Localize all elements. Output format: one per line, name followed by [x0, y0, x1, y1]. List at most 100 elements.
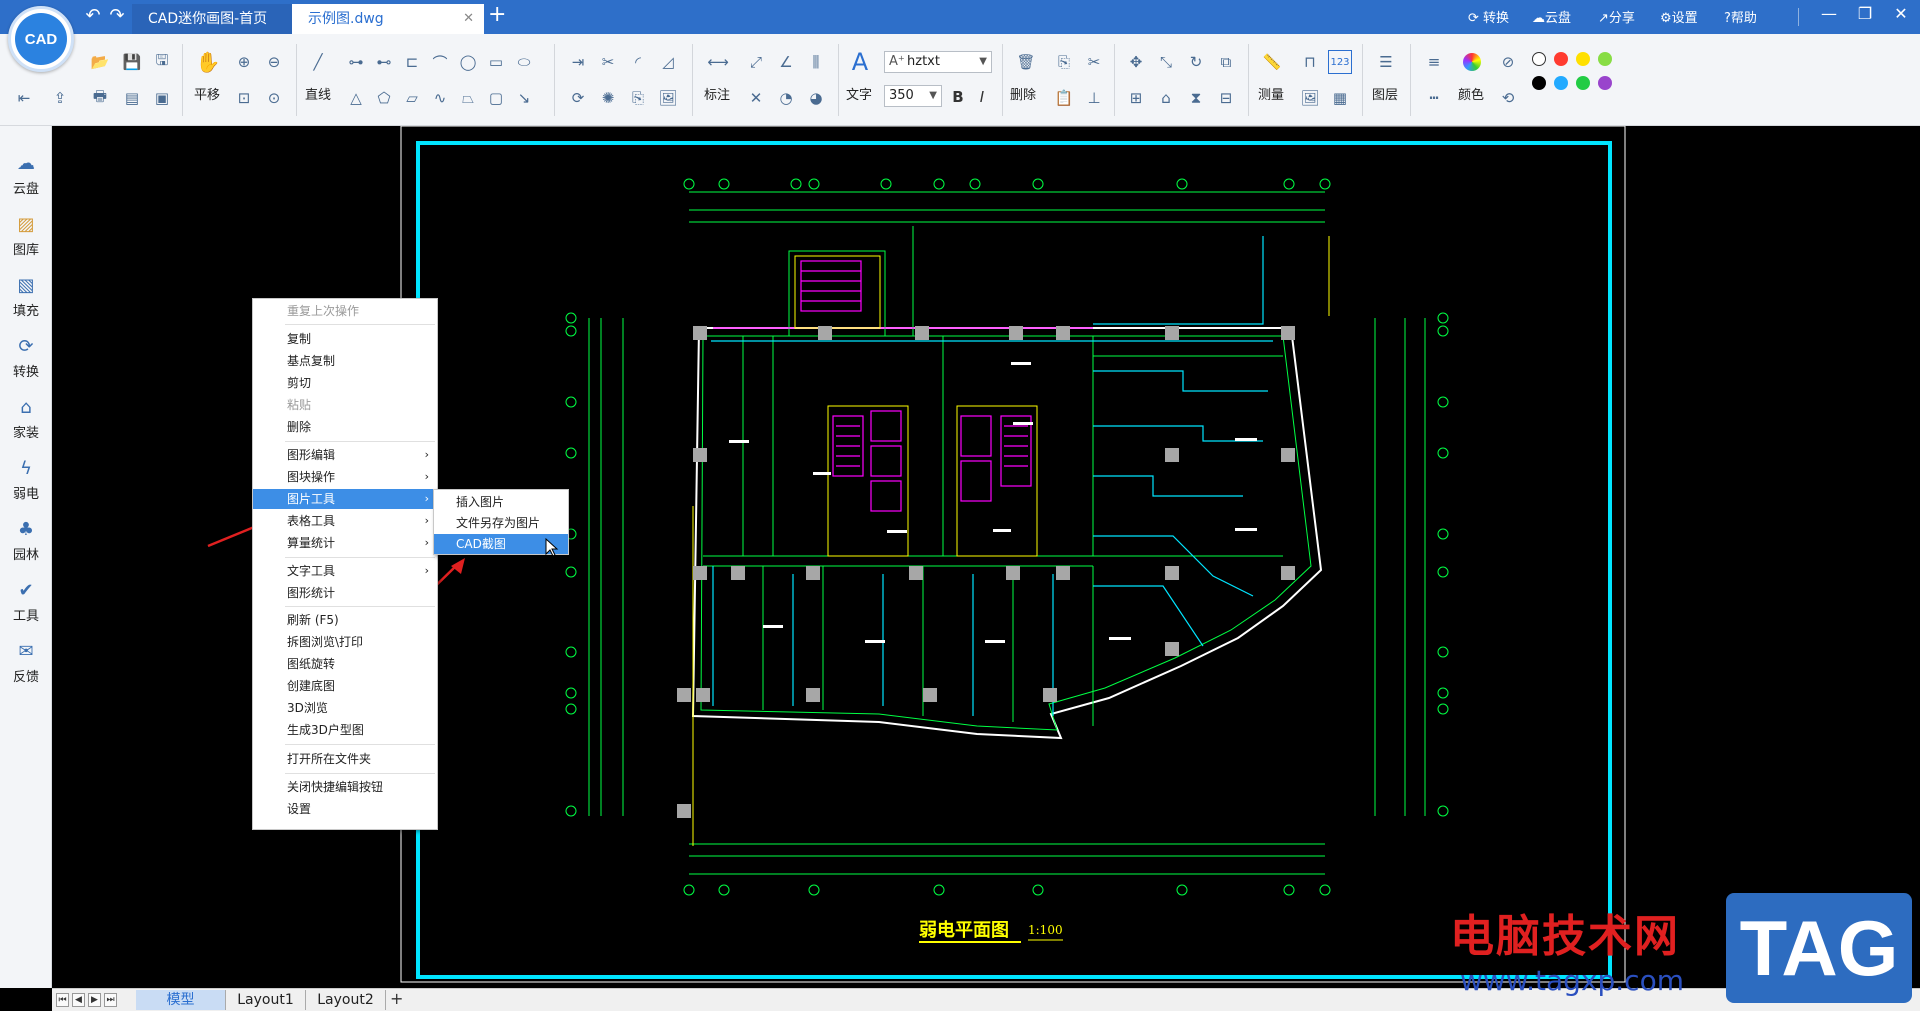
- export-icon[interactable]: ⇪: [48, 86, 72, 110]
- save-as-icon[interactable]: 🖫: [150, 50, 174, 74]
- menu-item-3d-view[interactable]: 3D浏览: [253, 698, 437, 718]
- dimension-icon[interactable]: ⟷: [706, 50, 730, 74]
- cut-icon[interactable]: ✂: [1082, 50, 1106, 74]
- menu-item-open-folder[interactable]: 打开所在文件夹: [253, 749, 437, 769]
- offset-icon[interactable]: ⎘: [626, 86, 650, 110]
- color-swatch-red[interactable]: [1554, 52, 1568, 66]
- parallelogram-icon[interactable]: ▱: [400, 86, 424, 110]
- share-button[interactable]: ↗分享: [1598, 7, 1635, 26]
- sidebar-item-lowvoltage[interactable]: ϟ 弱电: [0, 451, 52, 511]
- color-swatch-darkgreen[interactable]: [1576, 76, 1590, 90]
- refresh-icon[interactable]: ⟲: [1496, 86, 1520, 110]
- line-type-icon[interactable]: ┅: [1422, 86, 1446, 110]
- sidebar-item-gallery[interactable]: ▨ 图库: [0, 207, 52, 267]
- menu-item-block[interactable]: 图块操作 ›: [253, 467, 437, 487]
- menu-item-copy[interactable]: 复制: [253, 329, 437, 349]
- next-tab-icon[interactable]: ▶: [88, 993, 101, 1007]
- sidebar-item-tools[interactable]: ✔ 工具: [0, 573, 52, 633]
- array-icon[interactable]: ⌂: [1154, 86, 1178, 110]
- rotate-icon[interactable]: ⟳: [566, 86, 590, 110]
- menu-item-split-print[interactable]: 拆图浏览\打印: [253, 632, 437, 652]
- line-tool-icon[interactable]: ╱: [306, 50, 330, 74]
- submenu-item-insert-picture[interactable]: 插入图片: [434, 492, 568, 512]
- measure-icon[interactable]: 📏: [1260, 50, 1284, 74]
- menu-item-table-tools[interactable]: 表格工具 ›: [253, 511, 437, 531]
- save-icon[interactable]: 💾: [120, 50, 144, 74]
- ordinate-dim-icon[interactable]: ✕: [744, 86, 768, 110]
- color-wheel-icon[interactable]: [1460, 50, 1484, 74]
- menu-item-quantity[interactable]: 算量统计 ›: [253, 533, 437, 553]
- count-icon[interactable]: 123: [1328, 50, 1352, 74]
- menu-item-picture-tools[interactable]: 图片工具 ›: [253, 489, 437, 509]
- menu-item-shape-stats[interactable]: 图形统计: [253, 583, 437, 603]
- leader-icon[interactable]: ◕: [804, 86, 828, 110]
- multiline-icon[interactable]: ⊷: [372, 50, 396, 74]
- zoom-out-icon[interactable]: ⊖: [262, 50, 286, 74]
- menu-item-base-copy[interactable]: 基点复制: [253, 351, 437, 371]
- paste-icon[interactable]: 📋: [1052, 86, 1076, 110]
- table-icon[interactable]: ▦: [1328, 86, 1352, 110]
- rotate-obj-icon[interactable]: ↻: [1184, 50, 1208, 74]
- color-swatch-blue[interactable]: [1554, 76, 1568, 90]
- color-swatch-black[interactable]: [1532, 76, 1546, 90]
- last-tab-icon[interactable]: ⏭: [104, 993, 117, 1007]
- font-select[interactable]: A⁺ hztxt ▼: [884, 51, 992, 73]
- curve-icon[interactable]: ∿: [428, 86, 452, 110]
- tab-layout2[interactable]: Layout2: [306, 990, 386, 1010]
- zoom-in-icon[interactable]: ⊕: [232, 50, 256, 74]
- color-swatch-green[interactable]: [1598, 52, 1612, 66]
- open-file-icon[interactable]: 📂: [88, 50, 112, 74]
- dimension-line-icon[interactable]: ⊏: [400, 50, 424, 74]
- tab-layout1[interactable]: Layout1: [226, 990, 306, 1010]
- print-icon[interactable]: 🖶: [88, 86, 112, 110]
- prev-tab-icon[interactable]: ◀: [72, 993, 85, 1007]
- match-prop-icon[interactable]: ⊥: [1082, 86, 1106, 110]
- maximize-icon[interactable]: ❐: [1852, 4, 1878, 23]
- baseline-dim-icon[interactable]: ⫼: [804, 50, 828, 74]
- mirror-icon[interactable]: ⧗: [1184, 86, 1208, 110]
- convert-button[interactable]: ⟳ 转换: [1468, 7, 1509, 26]
- aligned-dim-icon[interactable]: ⤢: [744, 50, 768, 74]
- menu-item-create-base[interactable]: 创建底图: [253, 676, 437, 696]
- color-swatch-purple[interactable]: [1598, 76, 1612, 90]
- bold-button[interactable]: B: [946, 85, 970, 109]
- zoom-window-icon[interactable]: ⊡: [232, 86, 256, 110]
- settings-button[interactable]: ⚙设置: [1660, 7, 1698, 26]
- circle-icon[interactable]: ◯: [456, 50, 480, 74]
- exit-icon[interactable]: ⇤: [12, 86, 36, 110]
- redo-icon[interactable]: ↷: [106, 5, 128, 26]
- cloud-button[interactable]: ☁云盘: [1532, 7, 1571, 26]
- sidebar-item-home[interactable]: ⌂ 家装: [0, 390, 52, 450]
- image-export-icon[interactable]: ▣: [150, 86, 174, 110]
- ellipse-icon[interactable]: ⬭: [512, 50, 536, 74]
- menu-item-text-tools[interactable]: 文字工具 ›: [253, 561, 437, 581]
- line-weight-icon[interactable]: ≡: [1422, 50, 1446, 74]
- trapezoid-icon[interactable]: ⏢: [456, 86, 480, 110]
- new-tab-icon[interactable]: +: [488, 2, 506, 27]
- chamfer-icon[interactable]: ◿: [656, 50, 680, 74]
- sidebar-item-garden[interactable]: ♣ 园林: [0, 512, 52, 572]
- tab-model[interactable]: 模型: [136, 990, 226, 1010]
- size-select[interactable]: 350 ▼: [884, 85, 942, 107]
- layers-icon[interactable]: ☰: [1374, 50, 1398, 74]
- menu-item-delete[interactable]: 删除: [253, 417, 437, 437]
- menu-item-cut[interactable]: 剪切: [253, 373, 437, 393]
- menu-item-3d-floorplan[interactable]: 生成3D户型图: [253, 720, 437, 740]
- close-tab-icon[interactable]: ✕: [463, 4, 474, 34]
- delete-icon[interactable]: 🗑: [1014, 50, 1038, 74]
- first-tab-icon[interactable]: ⏮: [56, 993, 69, 1007]
- visibility-icon[interactable]: ⊘: [1496, 50, 1520, 74]
- fillet-icon[interactable]: ◜: [626, 50, 650, 74]
- arrow-line-icon[interactable]: ↘: [512, 86, 536, 110]
- radius-dim-icon[interactable]: ◔: [774, 86, 798, 110]
- polyline-icon[interactable]: ⊶: [344, 50, 368, 74]
- menu-item-refresh[interactable]: 刷新 (F5): [253, 610, 437, 630]
- menu-item-shape-edit[interactable]: 图形编辑 ›: [253, 445, 437, 465]
- undo-icon[interactable]: ↶: [82, 5, 104, 26]
- color-swatch-white[interactable]: [1532, 52, 1546, 66]
- sidebar-item-fill[interactable]: ▧ 填充: [0, 268, 52, 328]
- color-swatch-yellow[interactable]: [1576, 52, 1590, 66]
- sidebar-item-cloud[interactable]: ☁ 云盘: [0, 146, 52, 206]
- area-icon[interactable]: ⊓: [1298, 50, 1322, 74]
- sidebar-item-convert[interactable]: ⟳ 转换: [0, 329, 52, 389]
